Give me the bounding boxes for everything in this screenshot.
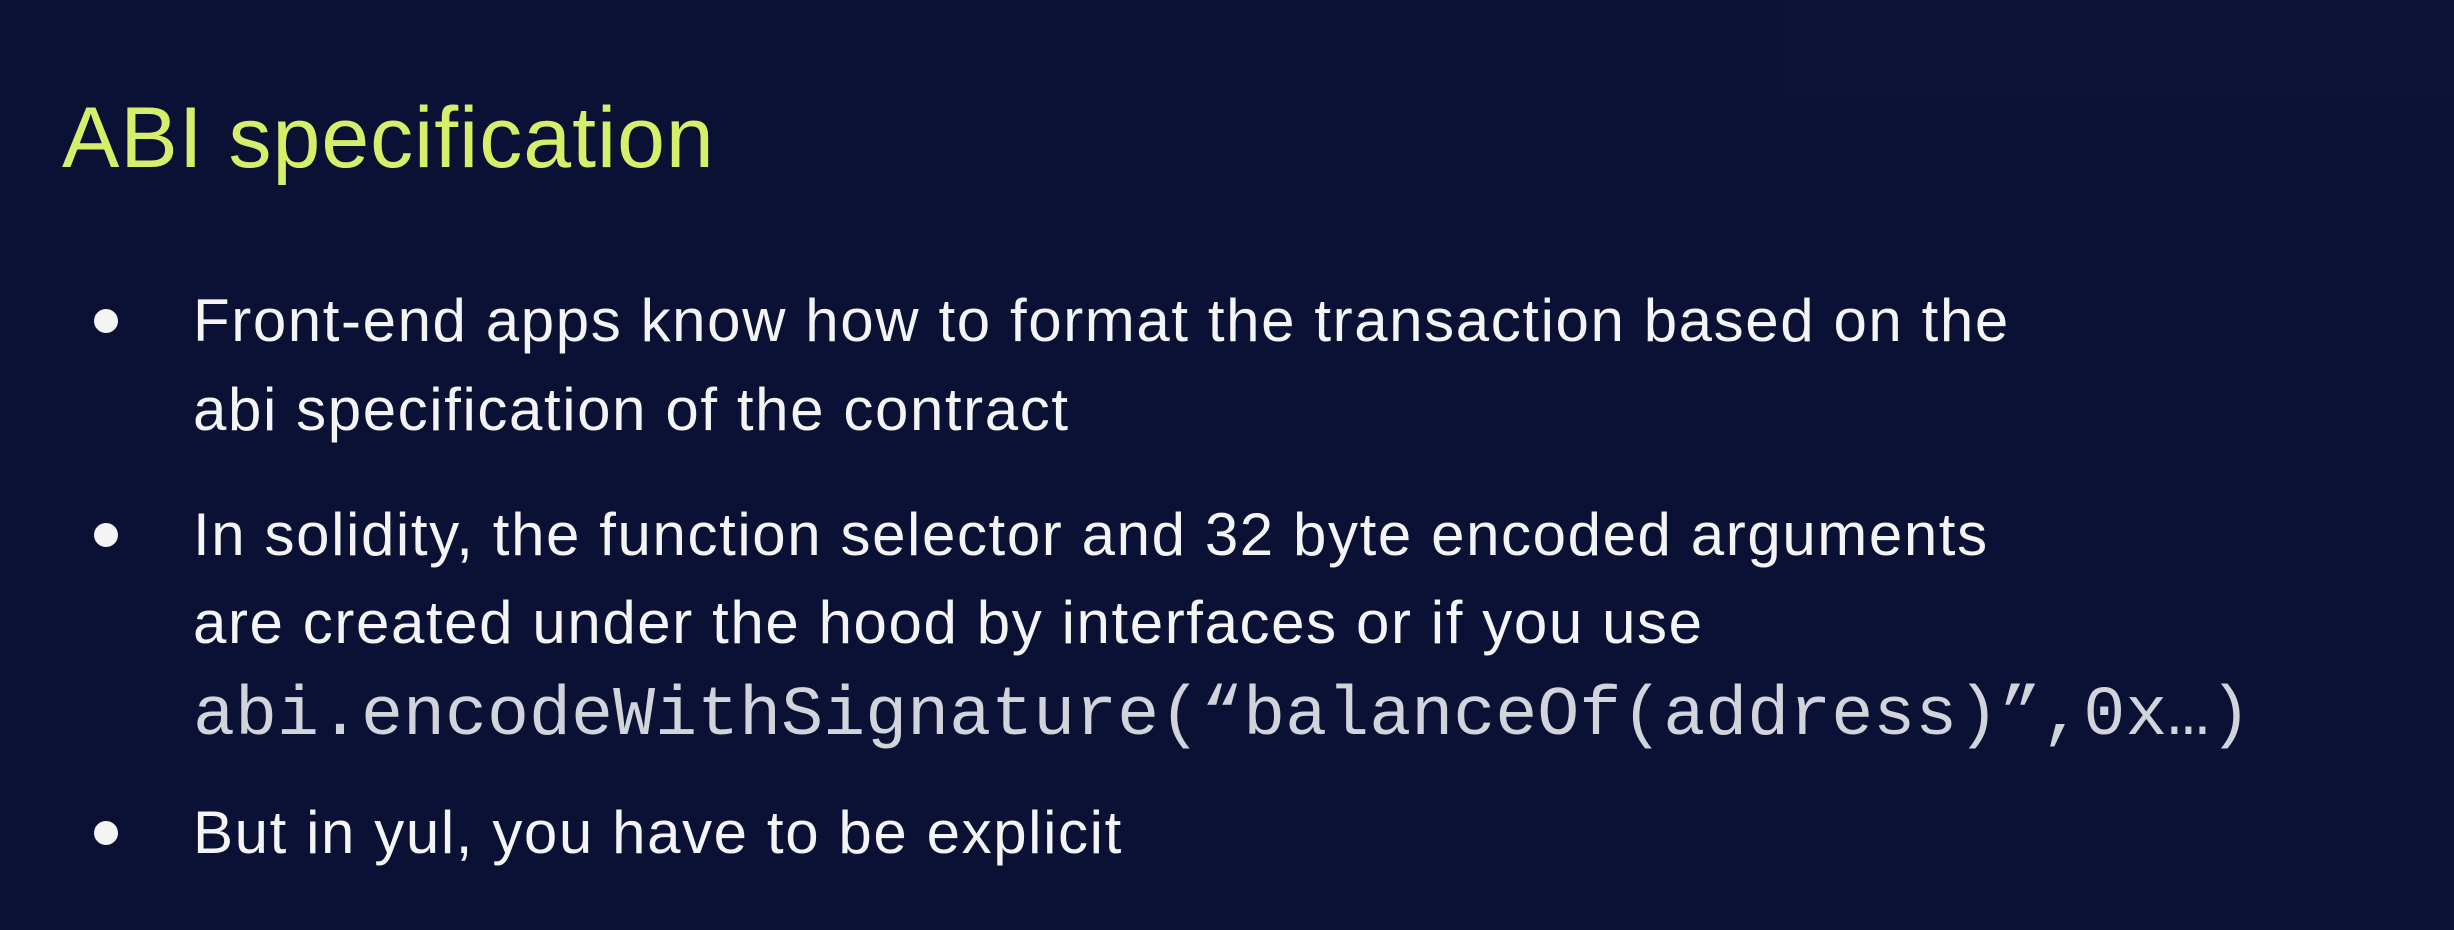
bullet-2-line-2: are created under the hood by interfaces… — [193, 589, 1704, 656]
bullet-2-line-1: In solidity, the function selector and 3… — [193, 501, 1989, 568]
bullet-dot — [94, 523, 118, 547]
bullet-1-line-2: abi specification of the contract — [193, 376, 1070, 443]
bullet-2-code: abi.encodeWithSignature(“balanceOf(addre… — [193, 677, 2252, 756]
bullet-dot — [94, 309, 118, 333]
bullet-dot — [94, 821, 118, 845]
slide-title: ABI specification — [62, 90, 715, 186]
bullet-1-line-1: Front-end apps know how to format the tr… — [193, 287, 2010, 354]
bullet-3-line-1: But in yul, you have to be explicit — [193, 799, 1123, 866]
video-overlay-region — [1784, 0, 2454, 95]
